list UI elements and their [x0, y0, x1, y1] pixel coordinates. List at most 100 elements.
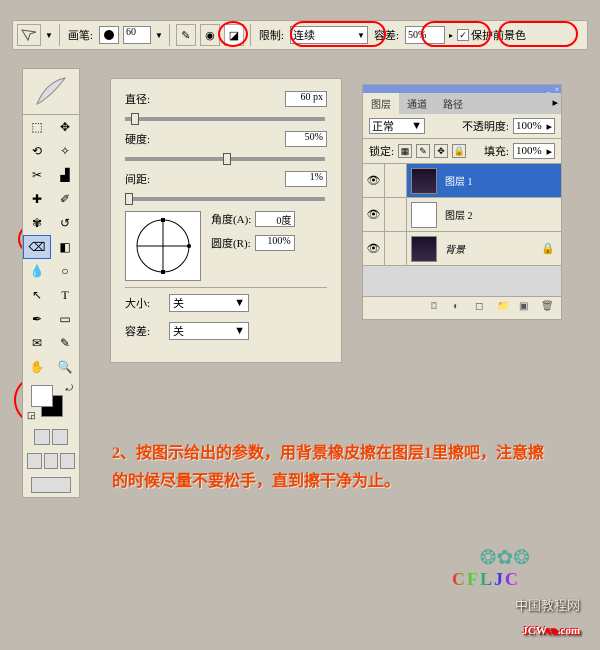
layer-row[interactable]: 👁 图层 1	[363, 164, 561, 198]
sampling-once-icon[interactable]: ◉	[200, 24, 220, 46]
brush-dropdown-arrow[interactable]: ▼	[155, 31, 163, 40]
notes-tool[interactable]: ✉	[23, 331, 51, 355]
link-layers-icon[interactable]: ⌼	[431, 301, 447, 315]
visibility-icon[interactable]: 👁	[363, 232, 385, 265]
foreground-color-swatch[interactable]	[31, 385, 53, 407]
layer-thumbnail[interactable]	[411, 168, 437, 194]
minimize-icon[interactable]: _	[546, 85, 550, 93]
tolerance-label: 容差:	[372, 27, 401, 43]
link-cell[interactable]	[385, 164, 407, 197]
brush-label: 画笔:	[66, 27, 95, 43]
angle-control[interactable]	[125, 211, 201, 281]
screen-mode-1[interactable]	[27, 453, 42, 469]
screen-mode-3[interactable]	[60, 453, 75, 469]
diameter-field[interactable]: 60 px	[285, 91, 327, 107]
new-layer-icon[interactable]: ▣	[519, 301, 535, 315]
tol-dyn-label: 容差:	[125, 323, 163, 339]
color-swatches[interactable]: ⤾ ◲	[23, 379, 79, 425]
jump-to-button[interactable]	[31, 477, 71, 493]
tolerance-field[interactable]: 50%	[405, 26, 445, 44]
fill-field[interactable]: 100%▸	[513, 143, 555, 159]
healing-tool[interactable]: ✚	[23, 187, 51, 211]
watermark-en3: .com	[558, 625, 580, 637]
angle-field[interactable]: 0度	[255, 211, 295, 227]
brush-size-field[interactable]: 60	[123, 26, 151, 44]
marquee-tool[interactable]: ⬚	[23, 115, 51, 139]
tol-dyn-select[interactable]: 关▼	[169, 322, 249, 340]
shape-tool[interactable]: ▭	[51, 307, 79, 331]
path-select-tool[interactable]: ↖	[23, 283, 51, 307]
sampling-continuous-icon[interactable]: ✎	[176, 24, 196, 46]
blur-tool[interactable]: 💧	[23, 259, 51, 283]
tab-channels[interactable]: 通道	[399, 93, 435, 114]
type-tool[interactable]: T	[51, 283, 79, 307]
hardness-slider[interactable]	[125, 157, 325, 161]
dodge-tool[interactable]: ○	[51, 259, 79, 283]
toolbox-panel: ⬚ ✥ ⟲ ✧ ✂ ▟ ✚ ✐ ✾ ↺ ⌫ ◧ 💧 ○ ↖ T ✒ ▭ ✉ ✎ …	[22, 68, 80, 498]
spacing-field[interactable]: 1%	[285, 171, 327, 187]
quickmask-mode-button[interactable]	[52, 429, 68, 445]
gradient-tool[interactable]: ◧	[51, 235, 79, 259]
roundness-field[interactable]: 100%	[255, 235, 295, 251]
spacing-slider[interactable]	[125, 197, 325, 201]
panel-menu-icon[interactable]: ▸	[549, 93, 561, 114]
pen-tool[interactable]: ✒	[23, 307, 51, 331]
close-icon[interactable]: ×	[554, 85, 559, 93]
wand-tool[interactable]: ✧	[51, 139, 79, 163]
layer-name[interactable]: 图层 1	[441, 173, 561, 188]
stamp-tool[interactable]: ✾	[23, 211, 51, 235]
eyedropper-tool[interactable]: ✎	[51, 331, 79, 355]
slice-tool[interactable]: ▟	[51, 163, 79, 187]
visibility-icon[interactable]: 👁	[363, 164, 385, 197]
link-cell[interactable]	[385, 232, 407, 265]
hand-tool[interactable]: ✋	[23, 355, 51, 379]
new-group-icon[interactable]: 📁	[497, 301, 513, 315]
blend-mode-select[interactable]: 正常▼	[369, 118, 425, 134]
move-tool[interactable]: ✥	[51, 115, 79, 139]
layer-name[interactable]: 图层 2	[441, 207, 561, 222]
brush-tool[interactable]: ✐	[51, 187, 79, 211]
tool-preset-button[interactable]	[17, 24, 41, 46]
layer-row[interactable]: 👁 背景 🔒	[363, 232, 561, 266]
visibility-icon[interactable]: 👁	[363, 198, 385, 231]
diameter-slider[interactable]	[125, 117, 325, 121]
standard-mode-button[interactable]	[34, 429, 50, 445]
lock-pixels-icon[interactable]: ✎	[416, 144, 430, 158]
lasso-tool[interactable]: ⟲	[23, 139, 51, 163]
toolbox-header-icon	[23, 69, 79, 115]
link-cell[interactable]	[385, 198, 407, 231]
zoom-tool[interactable]: 🔍	[51, 355, 79, 379]
screen-mode-2[interactable]	[44, 453, 59, 469]
delete-layer-icon[interactable]: 🗑	[541, 301, 557, 315]
swap-colors-icon[interactable]: ⤾	[66, 383, 74, 394]
layer-style-icon[interactable]: ◐	[453, 301, 469, 315]
layers-panel: _× 图层 通道 路径 ▸ 正常▼ 不透明度: 100%▸ 锁定: ▦ ✎ ✥ …	[362, 84, 562, 320]
layer-row[interactable]: 👁 图层 2	[363, 198, 561, 232]
bg-eraser-tool[interactable]: ⌫	[23, 235, 51, 259]
hardness-field[interactable]: 50%	[285, 131, 327, 147]
brush-preview[interactable]	[99, 26, 119, 44]
tab-layers[interactable]: 图层	[363, 93, 399, 114]
tolerance-arrow[interactable]: ▸	[449, 31, 453, 40]
sampling-swatch-icon[interactable]: ◪	[224, 24, 244, 46]
opacity-field[interactable]: 100%▸	[513, 118, 555, 134]
default-colors-icon[interactable]: ◲	[27, 410, 36, 421]
layer-name[interactable]: 背景	[441, 241, 535, 256]
lock-transparency-icon[interactable]: ▦	[398, 144, 412, 158]
history-brush-tool[interactable]: ↺	[51, 211, 79, 235]
logo-text: CFLJC	[452, 569, 520, 590]
layer-thumbnail[interactable]	[411, 236, 437, 262]
size-dyn-select[interactable]: 关▼	[169, 294, 249, 312]
lock-all-icon[interactable]: 🔒	[452, 144, 466, 158]
tab-paths[interactable]: 路径	[435, 93, 471, 114]
preset-dropdown-arrow[interactable]: ▼	[45, 31, 53, 40]
lock-position-icon[interactable]: ✥	[434, 144, 448, 158]
opacity-label: 不透明度:	[462, 118, 509, 134]
crop-tool[interactable]: ✂	[23, 163, 51, 187]
limit-select[interactable]: 连续▼	[290, 26, 368, 44]
layer-thumbnail[interactable]	[411, 202, 437, 228]
protect-foreground-checkbox[interactable]: ✓ 保护前景色	[457, 27, 526, 43]
watermark-en: JCW	[522, 625, 546, 637]
limit-label: 限制:	[257, 27, 286, 43]
layer-mask-icon[interactable]: ◻	[475, 301, 491, 315]
